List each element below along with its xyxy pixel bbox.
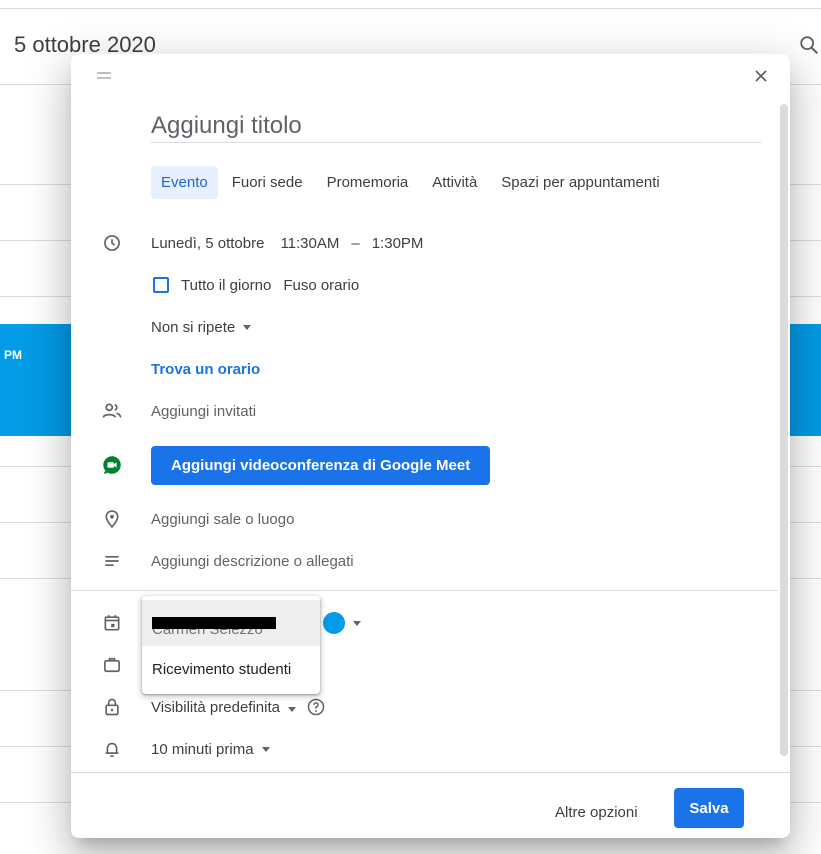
event-dialog: Evento Fuori sede Promemoria Attività Sp… bbox=[71, 54, 790, 838]
clock-icon bbox=[100, 231, 124, 255]
guests-row: Aggiungi invitati bbox=[71, 396, 790, 426]
tab-promemoria[interactable]: Promemoria bbox=[317, 166, 419, 199]
bell-icon bbox=[100, 737, 124, 761]
find-time-link[interactable]: Trova un orario bbox=[151, 361, 260, 378]
start-time[interactable]: 11:30AM bbox=[278, 235, 341, 252]
drag-handle-icon[interactable] bbox=[97, 72, 111, 82]
calendar-icon bbox=[100, 611, 124, 635]
chevron-down-icon bbox=[261, 746, 270, 752]
tab-spazi-appuntamenti[interactable]: Spazi per appuntamenti bbox=[491, 166, 669, 199]
timezone-link[interactable]: Fuso orario bbox=[283, 277, 359, 294]
add-description-field[interactable]: Aggiungi descrizione o allegati bbox=[151, 553, 354, 570]
dropdown-item-calendar[interactable]: Carmen Selezzo bbox=[142, 600, 320, 646]
search-icon[interactable] bbox=[798, 34, 820, 56]
add-meet-button[interactable]: Aggiungi videoconferenza di Google Meet bbox=[151, 445, 491, 485]
save-button[interactable]: Salva bbox=[674, 788, 744, 828]
tab-fuori-sede[interactable]: Fuori sede bbox=[222, 166, 313, 199]
location-pin-icon bbox=[100, 507, 124, 531]
close-icon[interactable] bbox=[749, 64, 773, 88]
calendar-option-label: Ricevimento studenti bbox=[152, 660, 292, 678]
lock-icon bbox=[100, 695, 124, 719]
tab-attivita[interactable]: Attività bbox=[422, 166, 487, 199]
dropdown-item-ricevimento[interactable]: Ricevimento studenti bbox=[142, 646, 320, 692]
datetime-row: Lunedì, 5 ottobre 11:30AM – 1:30PM bbox=[71, 228, 790, 258]
calendar-color-dot[interactable] bbox=[323, 612, 345, 634]
description-row: Aggiungi descrizione o allegati bbox=[71, 546, 790, 576]
notification-label: 10 minuti prima bbox=[151, 740, 254, 758]
location-row: Aggiungi sale o luogo bbox=[71, 504, 790, 534]
help-icon[interactable] bbox=[306, 697, 326, 717]
redaction-bar bbox=[152, 617, 276, 629]
section-divider bbox=[71, 590, 778, 591]
chevron-down-icon bbox=[287, 706, 296, 712]
top-divider bbox=[0, 8, 821, 9]
all-day-row: Tutto il giorno Fuso orario bbox=[71, 270, 790, 300]
tab-evento[interactable]: Evento bbox=[151, 165, 218, 199]
notification-row: 10 minuti prima bbox=[71, 734, 790, 764]
notification-select[interactable]: 10 minuti prima bbox=[151, 741, 270, 758]
add-location-field[interactable]: Aggiungi sale o luogo bbox=[151, 511, 294, 528]
repeat-row: Non si ripete bbox=[71, 312, 790, 342]
visibility-select[interactable]: Visibilità predefinita bbox=[151, 699, 296, 716]
add-guests-field[interactable]: Aggiungi invitati bbox=[151, 403, 256, 420]
end-time[interactable]: 1:30PM bbox=[370, 235, 426, 252]
title-input[interactable] bbox=[151, 110, 761, 143]
repeat-select[interactable]: Non si ripete bbox=[151, 318, 252, 336]
chevron-down-icon bbox=[243, 324, 252, 330]
event-date[interactable]: Lunedì, 5 ottobre bbox=[151, 235, 264, 252]
description-icon bbox=[100, 549, 124, 573]
visibility-label: Visibilità predefinita bbox=[151, 698, 280, 716]
google-meet-icon bbox=[100, 453, 124, 477]
find-time-row: Trova un orario bbox=[71, 354, 790, 384]
event-type-tabs: Evento Fuori sede Promemoria Attività Sp… bbox=[151, 164, 674, 200]
calendar-dropdown: Carmen Selezzo Ricevimento studenti bbox=[142, 596, 320, 694]
briefcase-icon bbox=[100, 653, 124, 677]
all-day-label[interactable]: Tutto il giorno bbox=[181, 277, 271, 294]
visibility-row: Visibilità predefinita bbox=[71, 692, 790, 722]
all-day-checkbox[interactable] bbox=[153, 277, 169, 293]
background-event-time: PM bbox=[4, 348, 22, 362]
more-options-button[interactable]: Altre opzioni bbox=[555, 796, 638, 829]
meet-row: Aggiungi videoconferenza di Google Meet bbox=[71, 445, 790, 485]
people-icon bbox=[100, 399, 124, 423]
footer-divider bbox=[71, 772, 790, 773]
time-separator: – bbox=[351, 234, 360, 252]
repeat-label: Non si ripete bbox=[151, 318, 236, 336]
chevron-down-icon[interactable] bbox=[353, 620, 361, 626]
